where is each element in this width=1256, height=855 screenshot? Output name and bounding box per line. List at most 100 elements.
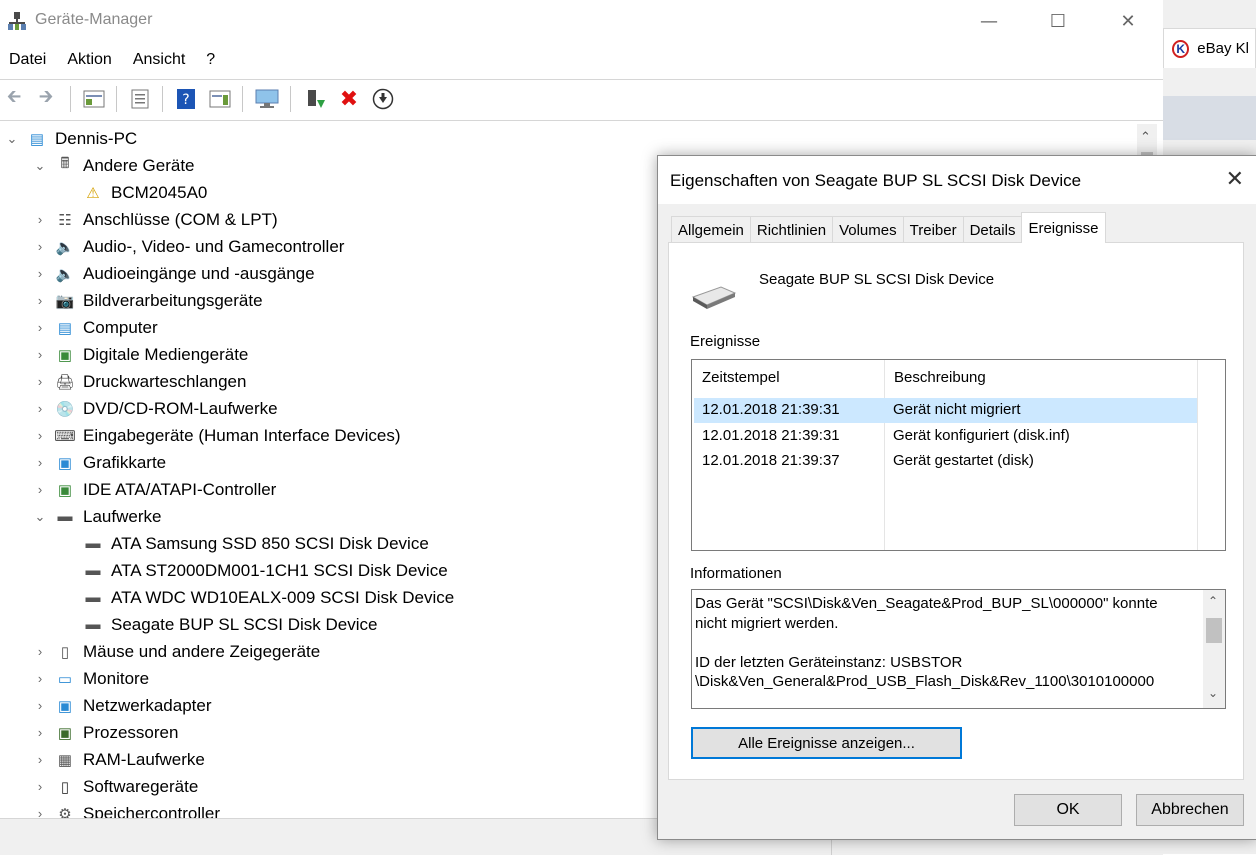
column-header-zeitstempel[interactable]: Zeitstempel [702, 360, 780, 394]
tree-item[interactable]: › ▣ Netzwerkadapter [32, 692, 212, 719]
tab-allgemein[interactable]: Allgemein [671, 216, 751, 243]
chevron-right-icon[interactable]: › [32, 752, 48, 767]
tree-item[interactable]: › ▯ Softwaregeräte [32, 773, 198, 800]
scroll-up-arrow-icon[interactable]: ⌃ [1140, 130, 1151, 145]
details-pane-icon[interactable] [208, 88, 232, 110]
menu-datei[interactable]: Datei [0, 48, 58, 74]
menu-aktion[interactable]: Aktion [58, 48, 123, 74]
info-scroll-down-icon[interactable]: ⌄ [1208, 686, 1218, 700]
download-icon[interactable] [371, 88, 395, 110]
ereignisse-tab-panel: Seagate BUP SL SCSI Disk Device Ereignis… [668, 242, 1244, 780]
chevron-down-icon[interactable]: ⌄ [4, 131, 20, 147]
tree-item[interactable]: › ▣ IDE ATA/ATAPI-Controller [32, 476, 277, 503]
chevron-right-icon[interactable]: › [32, 698, 48, 713]
cancel-button[interactable]: Abbrechen [1136, 794, 1244, 826]
tree-item-label: ATA WDC WD10EALX-009 SCSI Disk Device [111, 587, 455, 607]
chevron-right-icon[interactable]: › [32, 374, 48, 389]
tree-item[interactable]: › ▯ Mäuse und andere Zeigegeräte [32, 638, 320, 665]
chevron-right-icon[interactable]: › [32, 212, 48, 227]
chevron-right-icon[interactable]: › [32, 401, 48, 416]
tree-item[interactable]: › 🔈 Audio-, Video- und Gamecontroller [32, 233, 345, 260]
event-row[interactable]: 12.01.2018 21:39:37 Gerät gestartet (disk… [694, 449, 1197, 474]
tab-richtlinien[interactable]: Richtlinien [749, 216, 834, 243]
close-button[interactable]: ✕ [1105, 6, 1151, 36]
tree-item[interactable]: › 🔈 Audioeingänge und -ausgänge [32, 260, 315, 287]
tree-item[interactable]: › 📷 Bildverarbeitungsgeräte [32, 287, 263, 314]
event-row[interactable]: 12.01.2018 21:39:31 Gerät konfiguriert (d… [694, 424, 1197, 449]
tree-item-label: ATA ST2000DM001-1CH1 SCSI Disk Device [111, 560, 448, 580]
chevron-right-icon[interactable]: › [32, 266, 48, 281]
tree-item[interactable]: ▬ Seagate BUP SL SCSI Disk Device [60, 611, 378, 638]
info-scroll-up-icon[interactable]: ⌃ [1208, 594, 1218, 608]
event-timestamp: 12.01.2018 21:39:31 [702, 426, 840, 444]
chevron-right-icon[interactable]: › [32, 320, 48, 335]
properties-grid-icon[interactable] [82, 88, 106, 110]
tab-volumes[interactable]: Volumes [832, 216, 904, 243]
tree-item[interactable]: ▬ ATA ST2000DM001-1CH1 SCSI Disk Device [60, 557, 448, 584]
tree-item[interactable]: ▬ ATA Samsung SSD 850 SCSI Disk Device [60, 530, 429, 557]
network-icon: ▣ [57, 697, 73, 715]
tree-root-node[interactable]: ⌄ ▤ Dennis-PC [4, 125, 138, 152]
tab-treiber[interactable]: Treiber [902, 216, 964, 243]
chevron-right-icon[interactable]: › [32, 347, 48, 362]
tree-item[interactable]: › ☷ Anschlüsse (COM & LPT) [32, 206, 278, 233]
forward-arrow-icon[interactable]: 🡲 [34, 86, 58, 110]
tree-item[interactable]: › ▣ Prozessoren [32, 719, 179, 746]
tree-item[interactable]: › ▣ Grafikkarte [32, 449, 166, 476]
tree-item[interactable]: › ⚙ Speichercontroller [32, 800, 220, 819]
chevron-right-icon[interactable]: › [32, 239, 48, 254]
tree-item[interactable]: › ▦ RAM-Laufwerke [32, 746, 205, 773]
tree-item[interactable]: › 🖨 Druckwarteschlangen [32, 368, 247, 395]
tab-details[interactable]: Details [962, 216, 1023, 243]
tree-item-label: Monitore [83, 668, 150, 688]
info-scrollbar[interactable]: ⌃ ⌄ [1203, 590, 1225, 708]
chevron-right-icon[interactable]: › [32, 779, 48, 794]
tree-item[interactable]: ⌄ 🖩 Andere Geräte [32, 152, 195, 179]
unknown-device-icon: 🖩 [60, 155, 70, 172]
tab-ereignisse[interactable]: Ereignisse [1021, 212, 1106, 243]
media-device-icon: ▣ [57, 346, 73, 364]
chevron-right-icon[interactable]: › [32, 293, 48, 308]
ebay-kleinanzeigen-logo-icon: K [1172, 39, 1190, 58]
tree-item[interactable]: ⚠ BCM2045A0 [60, 179, 207, 206]
help-icon[interactable]: ? [174, 88, 198, 110]
minimize-button[interactable]: — [966, 6, 1012, 36]
info-label: Informationen [690, 565, 782, 582]
information-textbox[interactable]: Das Gerät "SCSI\Disk&Ven_Seagate&Prod_BU… [691, 589, 1226, 709]
chevron-right-icon[interactable]: › [32, 725, 48, 740]
back-arrow-icon[interactable]: 🡰 [2, 86, 26, 110]
update-driver-icon[interactable] [304, 88, 328, 110]
info-scroll-thumb[interactable] [1206, 618, 1222, 643]
tree-item[interactable]: ⌄ ▬ Laufwerke [32, 503, 162, 530]
browser-tab[interactable]: K eBay Kl [1163, 28, 1256, 68]
chevron-down-icon[interactable]: ⌄ [32, 158, 48, 174]
maximize-button[interactable]: ☐ [1035, 6, 1081, 36]
info-line: ID der letzten Geräteinstanz: USBSTOR [695, 653, 963, 671]
tree-item[interactable]: › ▤ Computer [32, 314, 158, 341]
tree-item[interactable]: › ▣ Digitale Mediengeräte [32, 341, 249, 368]
tree-item[interactable]: ▬ ATA WDC WD10EALX-009 SCSI Disk Device [60, 584, 455, 611]
chevron-down-icon[interactable]: ⌄ [32, 509, 48, 525]
dialog-close-icon[interactable]: ✕ [1226, 166, 1244, 192]
tree-item[interactable]: › ⌨ Eingabegeräte (Human Interface Devices… [32, 422, 401, 449]
tree-item[interactable]: › ▭ Monitore [32, 665, 149, 692]
event-row[interactable]: 12.01.2018 21:39:31 Gerät nicht migriert [694, 398, 1197, 423]
column-header-beschreibung[interactable]: Beschreibung [894, 360, 986, 394]
events-list[interactable]: Zeitstempel Beschreibung 12.01.2018 21:3… [691, 359, 1226, 551]
list-view-icon[interactable] [128, 88, 152, 110]
speaker-icon: 🔈 [55, 238, 75, 256]
menu-help[interactable]: ? [197, 48, 227, 74]
chevron-right-icon[interactable]: › [32, 644, 48, 659]
chevron-right-icon[interactable]: › [32, 482, 48, 497]
monitor-scan-icon[interactable] [255, 88, 279, 110]
chevron-right-icon[interactable]: › [32, 455, 48, 470]
mouse-icon: ▯ [60, 643, 70, 661]
chevron-right-icon[interactable]: › [32, 428, 48, 443]
chevron-right-icon[interactable]: › [32, 806, 48, 818]
show-all-events-button[interactable]: Alle Ereignisse anzeigen... [691, 727, 962, 759]
ok-button[interactable]: OK [1014, 794, 1122, 826]
tree-item[interactable]: › 💿 DVD/CD-ROM-Laufwerke [32, 395, 278, 422]
chevron-right-icon[interactable]: › [32, 671, 48, 686]
uninstall-x-icon[interactable]: ✖ [337, 87, 361, 112]
menu-ansicht[interactable]: Ansicht [124, 48, 197, 74]
